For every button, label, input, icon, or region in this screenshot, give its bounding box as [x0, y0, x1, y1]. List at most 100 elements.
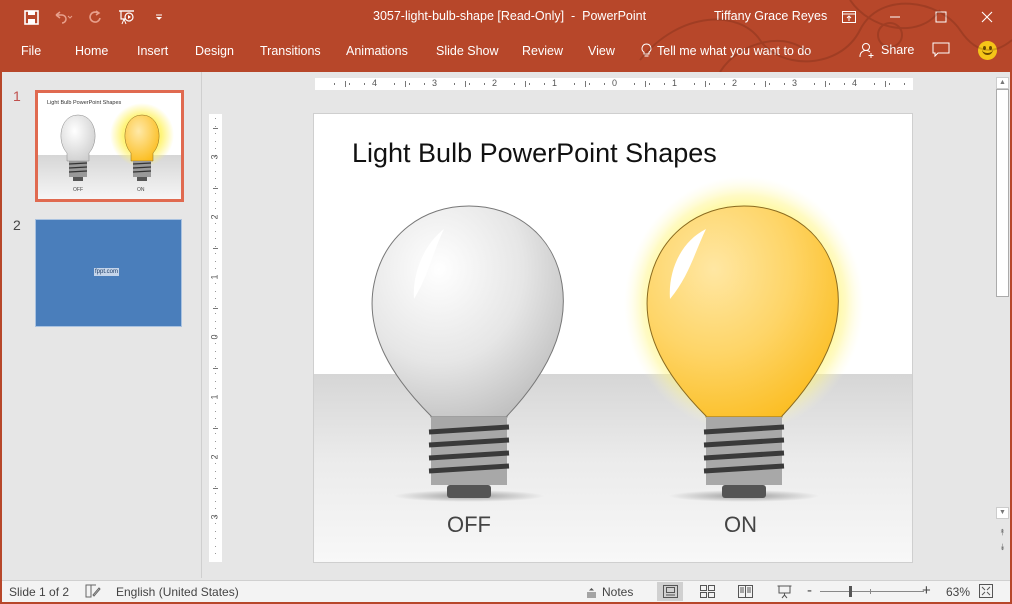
- ruler-tick: [525, 81, 526, 87]
- close-button[interactable]: [964, 0, 1010, 34]
- ruler-tick: [769, 83, 770, 85]
- ruler-tick: [215, 395, 216, 397]
- ruler-tick: [409, 83, 410, 85]
- comments-button[interactable]: [932, 42, 950, 63]
- zoom-in-button[interactable]: +: [922, 582, 931, 599]
- slide-thumbnail-1[interactable]: Light Bulb PowerPoint Shapes OFF ON: [35, 90, 184, 202]
- tab-insert[interactable]: Insert: [137, 44, 168, 58]
- ruler-tick: [215, 448, 216, 449]
- bulb-off-label[interactable]: OFF: [447, 512, 491, 538]
- tab-home[interactable]: Home: [75, 44, 108, 58]
- ruler-tick: [829, 83, 830, 85]
- bulb-off[interactable]: [371, 205, 564, 502]
- ruler-tick: [215, 200, 216, 202]
- tell-me-search[interactable]: Tell me what you want to do: [641, 43, 811, 58]
- ruler-tick: [215, 313, 216, 314]
- undo-icon: [55, 10, 73, 24]
- vertical-scrollbar[interactable]: ▲ ▼ ⯭ ⯯: [995, 75, 1010, 575]
- ruler-tick: [904, 83, 905, 85]
- ruler-tick: [215, 500, 216, 502]
- thumbnail-number-1: 1: [13, 88, 21, 104]
- ruler-tick: [215, 470, 216, 472]
- share-person-icon: [859, 43, 874, 58]
- language-indicator[interactable]: English (United States): [116, 585, 239, 599]
- tab-transitions[interactable]: Transitions: [260, 44, 321, 58]
- zoom-slider[interactable]: [820, 591, 924, 592]
- vertical-ruler: 3210123: [209, 114, 222, 562]
- ruler-tick: [215, 298, 216, 299]
- ruler-tick: [589, 83, 590, 85]
- spelling-check-button[interactable]: [85, 584, 101, 601]
- share-button[interactable]: Share: [859, 42, 914, 58]
- bulb-on[interactable]: [624, 176, 864, 502]
- customize-qat-button[interactable]: [148, 8, 170, 26]
- user-name[interactable]: Tiffany Grace Reyes: [714, 9, 827, 23]
- ruler-tick: [215, 335, 216, 337]
- ruler-tick: [215, 208, 216, 209]
- minimize-button[interactable]: [872, 0, 918, 34]
- tab-view[interactable]: View: [588, 44, 615, 58]
- ruler-tick: [215, 223, 216, 224]
- ruler-tick: [405, 81, 406, 87]
- smiley-icon: [982, 49, 993, 55]
- tab-design[interactable]: Design: [195, 44, 234, 58]
- slide-canvas[interactable]: Light Bulb PowerPoint Shapes OFF ON: [313, 113, 913, 563]
- ruler-tick: [215, 320, 216, 322]
- slide-sorter-button[interactable]: [694, 582, 720, 601]
- ruler-tick: [649, 83, 650, 85]
- zoom-slider-handle[interactable]: [849, 586, 852, 597]
- tab-slide-show[interactable]: Slide Show: [436, 44, 499, 58]
- ruler-tick: [215, 508, 216, 509]
- notes-button[interactable]: Notes: [586, 585, 633, 599]
- slide-thumbnail-2[interactable]: fppt.com: [35, 219, 182, 327]
- start-from-beginning-button[interactable]: [116, 8, 138, 26]
- scrollbar-thumb[interactable]: [996, 89, 1009, 297]
- ruler-tick: [514, 83, 515, 85]
- ruler-tick: [215, 358, 216, 359]
- ruler-tick: [844, 83, 845, 85]
- bulb-on-label[interactable]: ON: [724, 512, 757, 538]
- slide-show-button[interactable]: [771, 582, 797, 601]
- ruler-tick: [585, 81, 586, 87]
- ruler-tick: [215, 283, 216, 284]
- ruler-tick: [705, 81, 706, 87]
- feedback-smiley-button[interactable]: [978, 41, 997, 60]
- slide-show-icon: [777, 585, 791, 598]
- fit-to-window-button[interactable]: [979, 584, 993, 601]
- previous-slide-button[interactable]: ⯭: [996, 527, 1009, 537]
- ruler-tick: [213, 368, 218, 369]
- ruler-tick: [215, 418, 216, 419]
- tab-animations[interactable]: Animations: [346, 44, 408, 58]
- ruler-tick: [215, 238, 216, 239]
- normal-view-button[interactable]: [657, 582, 683, 601]
- next-slide-button[interactable]: ⯯: [996, 542, 1009, 552]
- ruler-tick: [724, 83, 725, 85]
- ruler-tick: [215, 133, 216, 134]
- tab-file[interactable]: File: [21, 44, 41, 58]
- scroll-up-button[interactable]: ▲: [996, 77, 1009, 89]
- ruler-tick: [709, 83, 710, 85]
- ruler-tick: [334, 83, 335, 85]
- reading-view-button[interactable]: [732, 582, 758, 601]
- zoom-level[interactable]: 63%: [946, 585, 970, 599]
- maximize-button[interactable]: [918, 0, 964, 34]
- ruler-tick: [215, 140, 216, 142]
- save-button[interactable]: [20, 8, 42, 26]
- zoom-out-button[interactable]: -: [807, 582, 812, 599]
- notes-label: Notes: [602, 585, 634, 599]
- ruler-tick: [694, 83, 695, 85]
- ruler-tick: [215, 403, 216, 404]
- document-title: 3057-light-bulb-shape [Read-Only] - Powe…: [373, 9, 647, 23]
- ruler-tick: [213, 308, 218, 309]
- ribbon-display-options-button[interactable]: [826, 0, 872, 34]
- slide-counter: Slide 1 of 2: [9, 585, 70, 599]
- tab-review[interactable]: Review: [522, 44, 563, 58]
- ribbon-tab-bar: File Home Insert Design Transitions Anim…: [0, 34, 1012, 72]
- redo-button[interactable]: [84, 8, 106, 26]
- scroll-down-button[interactable]: ▼: [996, 507, 1009, 519]
- ruler-tick: [889, 83, 890, 85]
- ruler-tick: [215, 290, 216, 292]
- ruler-tick: [215, 215, 216, 217]
- ruler-tick: [215, 125, 216, 127]
- undo-button[interactable]: [52, 8, 74, 26]
